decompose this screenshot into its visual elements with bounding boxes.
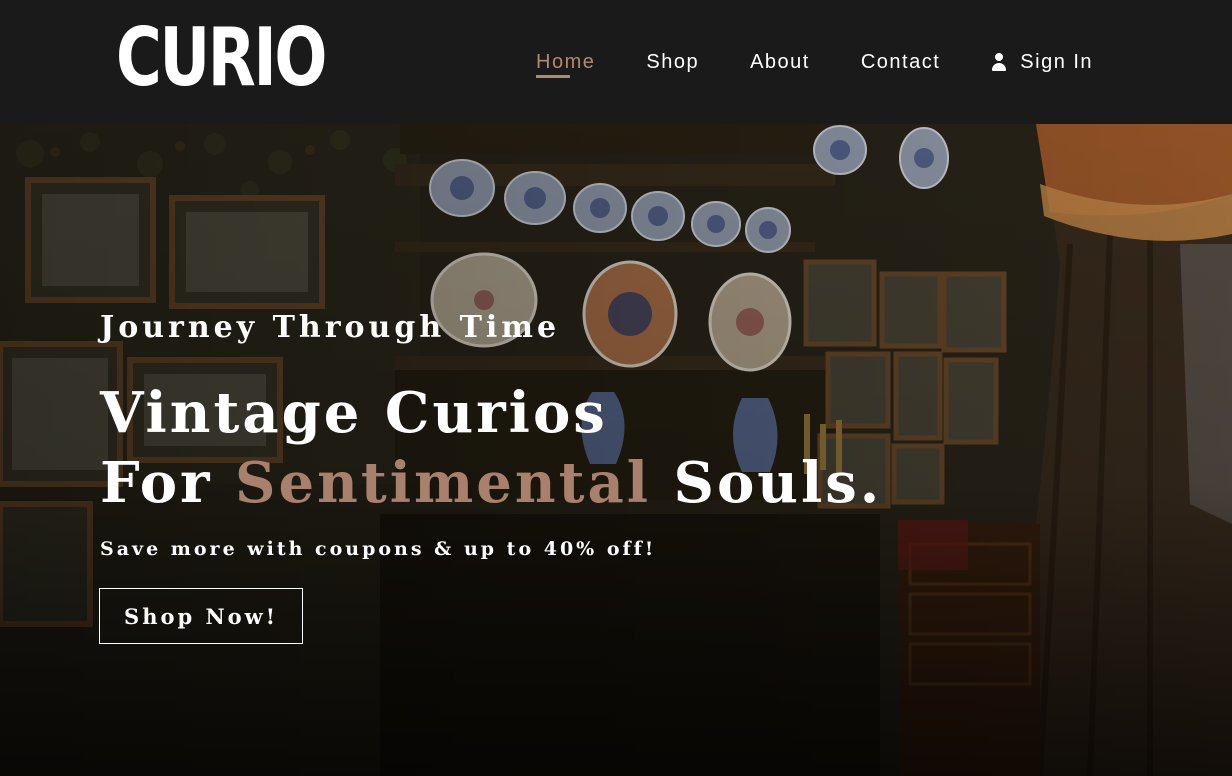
headline-line-1: Vintage Curios [100,380,608,446]
sign-in-link[interactable]: Sign In [991,46,1093,78]
user-icon [991,53,1007,71]
hero-eyebrow: Journey Through Time [100,310,561,345]
nav-link-home[interactable]: Home [536,46,595,78]
hero-headline: Vintage Curios For Sentimental Souls. [100,378,882,518]
nav-link-about[interactable]: About [750,46,810,78]
main-nav: Home Shop About Contact Sign In [536,45,1093,79]
nav-link-contact[interactable]: Contact [861,46,940,78]
navbar: CURIO Home Shop About Contact Sign In [0,0,1232,124]
shop-now-button[interactable]: Shop Now! [99,588,303,644]
headline-prefix: For [100,450,236,516]
brand-logo[interactable]: CURIO [116,16,327,100]
headline-accent: Sentimental [235,450,651,516]
headline-line-2: For Sentimental Souls. [100,448,882,518]
nav-link-shop[interactable]: Shop [646,46,699,78]
sign-in-label: Sign In [1020,51,1094,73]
headline-suffix: Souls. [651,450,883,516]
hero-subline: Save more with coupons & up to 40% off! [100,538,657,560]
page: CURIO Home Shop About Contact Sign In Jo… [0,0,1232,776]
